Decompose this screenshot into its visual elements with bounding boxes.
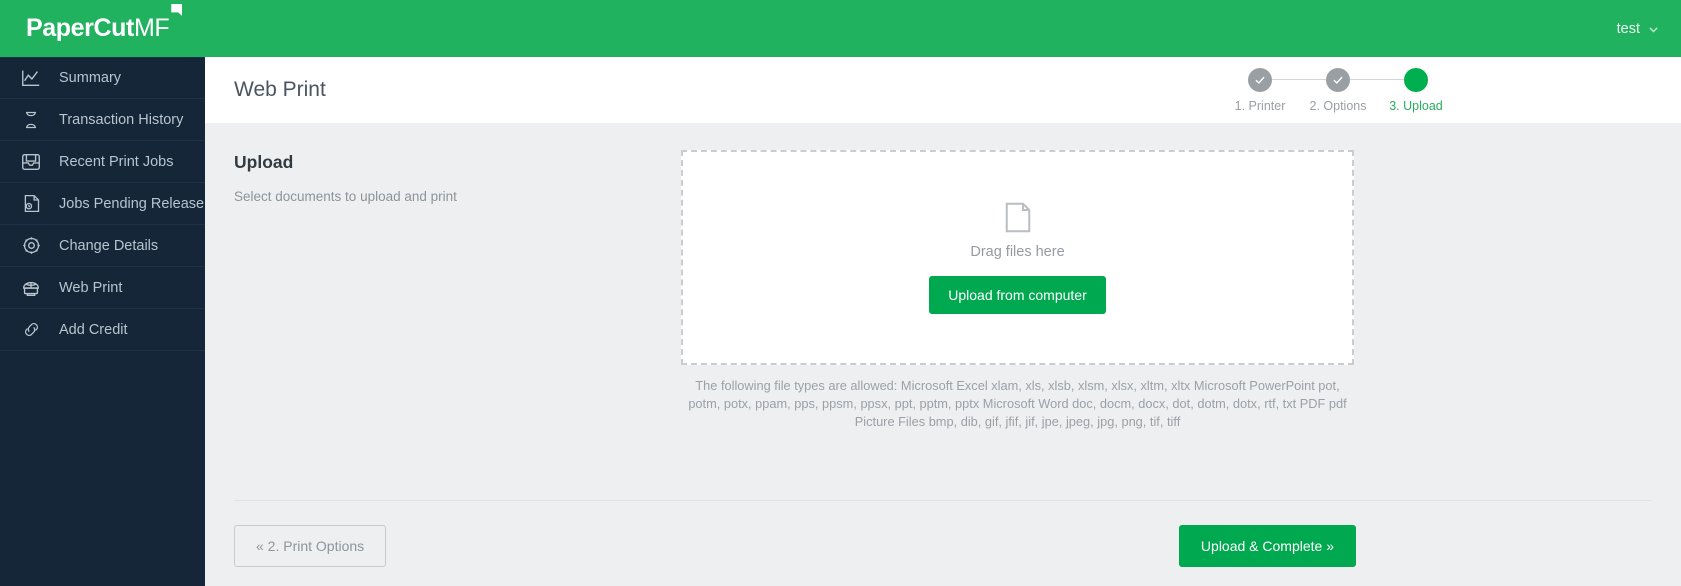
sidebar-item-add-credit[interactable]: Add Credit xyxy=(0,309,205,351)
allowed-file-types-text: The following file types are allowed: Mi… xyxy=(688,378,1347,430)
chart-line-icon xyxy=(18,66,44,90)
step-active-dot xyxy=(1404,67,1428,92)
step-label: 2. Options xyxy=(1309,98,1367,113)
sidebar-item-transaction-history[interactable]: Transaction History xyxy=(0,99,205,141)
footer-buttons: « 2. Print Options Upload & Complete » xyxy=(234,525,1356,567)
wizard-footer: « 2. Print Options Upload & Complete » xyxy=(234,500,1652,586)
hourglass-icon xyxy=(18,108,44,132)
logo-flag-icon xyxy=(171,4,183,16)
step-label: 1. Printer xyxy=(1234,98,1286,113)
step-label: 3. Upload xyxy=(1389,98,1443,113)
web-printer-icon xyxy=(18,276,44,300)
drag-files-label: Drag files here xyxy=(970,244,1065,260)
page-header: Web Print 1. Printer 2. Options 3. Uploa… xyxy=(205,57,1681,123)
sidebar-item-web-print[interactable]: Web Print xyxy=(0,267,205,309)
upload-heading: Upload xyxy=(234,152,294,172)
sidebar-item-label: Recent Print Jobs xyxy=(59,153,174,170)
logo-text-secondary: MF xyxy=(133,14,170,42)
top-header-bar: PaperCut MF test xyxy=(0,0,1681,57)
gear-icon xyxy=(18,234,44,258)
upload-and-complete-button[interactable]: Upload & Complete » xyxy=(1178,525,1356,567)
printer-tray-icon xyxy=(18,150,44,174)
sidebar-item-label: Jobs Pending Release xyxy=(59,195,205,212)
upload-controls: Drag files here Upload from computer The… xyxy=(681,150,1354,431)
sidebar-item-label: Web Print xyxy=(59,279,123,296)
page-body: Summary Transaction History Recent Print… xyxy=(0,57,1681,586)
wizard-step-options[interactable]: 2. Options xyxy=(1299,67,1416,113)
sidebar-item-label: Summary xyxy=(59,70,122,86)
sidebar-nav: Summary Transaction History Recent Print… xyxy=(0,57,205,586)
document-page-icon xyxy=(1003,201,1033,234)
sidebar-item-recent-print-jobs[interactable]: Recent Print Jobs xyxy=(0,141,205,183)
sidebar-item-label: Transaction History xyxy=(59,111,184,128)
sidebar-item-label: Change Details xyxy=(59,237,159,254)
step-check-icon xyxy=(1326,67,1350,92)
chevron-down-icon xyxy=(1648,23,1659,34)
user-menu-label: test xyxy=(1616,20,1640,37)
link-chain-icon xyxy=(18,318,44,342)
papercut-logo[interactable]: PaperCut MF xyxy=(26,4,183,43)
upload-subheading: Select documents to upload and print xyxy=(234,189,457,204)
main-content: Web Print 1. Printer 2. Options 3. Uploa… xyxy=(205,57,1681,586)
back-to-print-options-button[interactable]: « 2. Print Options xyxy=(234,525,387,567)
papercut-web-print-page: PaperCut MF test Summary Transaction His… xyxy=(0,0,1681,586)
upload-description: Upload Select documents to upload and pr… xyxy=(234,150,681,431)
footer-divider xyxy=(234,500,1652,501)
upload-section: Upload Select documents to upload and pr… xyxy=(205,123,1681,586)
document-clock-icon xyxy=(18,192,44,216)
page-title: Web Print xyxy=(234,78,326,101)
wizard-step-printer[interactable]: 1. Printer xyxy=(1221,67,1338,113)
logo-text-primary: PaperCut xyxy=(26,14,134,42)
sidebar-item-jobs-pending-release[interactable]: Jobs Pending Release xyxy=(0,183,205,225)
sidebar-item-summary[interactable]: Summary xyxy=(0,57,205,99)
sidebar-item-change-details[interactable]: Change Details xyxy=(0,225,205,267)
step-check-icon xyxy=(1248,67,1272,92)
wizard-step-indicator: 1. Printer 2. Options 3. Upload xyxy=(1221,67,1653,113)
wizard-step-upload[interactable]: 3. Upload xyxy=(1377,67,1455,113)
user-menu[interactable]: test xyxy=(1617,21,1659,37)
upload-from-computer-button[interactable]: Upload from computer xyxy=(929,276,1106,314)
upload-row: Upload Select documents to upload and pr… xyxy=(234,150,1652,431)
file-dropzone[interactable]: Drag files here Upload from computer xyxy=(681,150,1354,365)
sidebar-item-label: Add Credit xyxy=(59,321,128,338)
